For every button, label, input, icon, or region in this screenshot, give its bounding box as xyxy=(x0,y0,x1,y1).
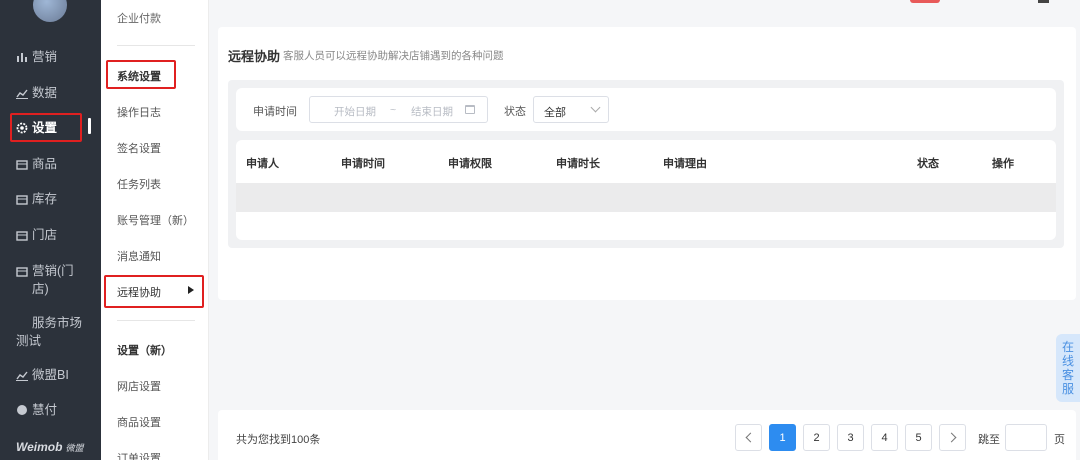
date-range-picker[interactable]: 开始日期 ~ 结束日期 xyxy=(309,96,488,123)
submenu-item-operation-log[interactable]: 操作日志 xyxy=(117,104,161,120)
bar-chart-icon xyxy=(17,53,27,62)
sidebar-item-label: 微盟BI xyxy=(32,368,69,382)
jump-to-label: 跳至 xyxy=(978,434,1000,446)
prev-page-button[interactable] xyxy=(735,424,762,451)
sidebar-item-label: 服务市场测试 xyxy=(16,316,83,348)
submenu-item-task-list[interactable]: 任务列表 xyxy=(117,176,161,192)
highlight-box-settings xyxy=(10,113,82,142)
avatar[interactable] xyxy=(33,0,67,22)
table-row xyxy=(236,183,1056,212)
submenu-section-settings-new[interactable]: 设置（新） xyxy=(117,342,172,358)
jump-page-input[interactable] xyxy=(1005,424,1047,451)
main-sidebar: 营销 数据 设置 商品 库存 门店 营销(门店) 服务市场测试 微盟BI 慧付 … xyxy=(0,0,101,460)
calendar-icon[interactable] xyxy=(465,105,475,114)
sidebar-item-stores[interactable]: 门店 xyxy=(16,226,96,244)
online-service-button[interactable]: 在线客服 xyxy=(1056,334,1080,402)
content-area: 申请时间 开始日期 ~ 结束日期 状态 全部 申请人 申请时间 申请权限 申请时… xyxy=(228,80,1064,248)
sidebar-item-label: 门店 xyxy=(32,228,58,242)
chevron-down-icon xyxy=(590,102,601,113)
assist-requests-table: 申请人 申请时间 申请权限 申请时长 申请理由 状态 操作 xyxy=(236,140,1056,240)
sidebar-item-label: 库存 xyxy=(32,192,58,206)
apply-time-label: 申请时间 xyxy=(253,106,297,118)
sidebar-item-weimob-bi[interactable]: 微盟BI xyxy=(16,366,96,384)
sidebar-item-inventory[interactable]: 库存 xyxy=(16,190,96,208)
submenu-item-store-settings[interactable]: 网店设置 xyxy=(117,378,161,394)
status-select[interactable]: 全部 xyxy=(533,96,609,123)
status-select-value: 全部 xyxy=(544,107,566,119)
submenu-item-order-settings[interactable]: 订单设置 xyxy=(117,450,161,460)
page-button-5[interactable]: 5 xyxy=(905,424,932,451)
sidebar-item-store-marketing[interactable]: 营销(门店) xyxy=(16,262,86,298)
sidebar-item-label: 慧付 xyxy=(32,403,58,417)
submenu-item-enterprise-payment[interactable]: 企业付款 xyxy=(117,10,161,26)
box-icon xyxy=(16,267,28,277)
sidebar-item-service-market[interactable]: 服务市场测试 xyxy=(16,314,86,350)
status-label: 状态 xyxy=(504,106,526,118)
column-header-permission: 申请权限 xyxy=(448,158,492,170)
sidebar-item-label: 数据 xyxy=(32,86,58,100)
circle-icon xyxy=(17,405,27,415)
page-subtitle: 客服人员可以远程协助解决店铺遇到的各种问题 xyxy=(283,50,504,62)
next-page-button[interactable] xyxy=(939,424,966,451)
pagination-bar: 共为您找到100条 1 2 3 4 5 跳至 页 xyxy=(218,410,1076,460)
column-header-apply-time: 申请时间 xyxy=(341,158,385,170)
submenu-item-account-management[interactable]: 账号管理（新） xyxy=(117,212,194,228)
sidebar-item-label: 商品 xyxy=(32,157,58,171)
remote-assist-panel: 远程协助 客服人员可以远程协助解决店铺遇到的各种问题 申请时间 开始日期 ~ 结… xyxy=(218,27,1076,300)
chevron-right-icon xyxy=(946,432,956,443)
end-date-input[interactable]: 结束日期 xyxy=(411,104,453,119)
total-count: 共为您找到100条 xyxy=(236,434,321,446)
column-header-status: 状态 xyxy=(917,158,939,170)
top-notification-badge[interactable] xyxy=(910,0,940,3)
box-icon xyxy=(16,231,28,241)
start-date-input[interactable]: 开始日期 xyxy=(334,104,376,119)
page-button-3[interactable]: 3 xyxy=(837,424,864,451)
submenu-item-product-settings[interactable]: 商品设置 xyxy=(117,414,161,430)
submenu-divider xyxy=(117,320,195,321)
brand-logo: Weimob 微盟 xyxy=(16,440,84,454)
column-header-actions: 操作 xyxy=(992,158,1014,170)
submenu-divider xyxy=(117,45,195,46)
active-indicator xyxy=(88,118,91,134)
sidebar-item-data[interactable]: 数据 xyxy=(16,84,96,102)
page-button-4[interactable]: 4 xyxy=(871,424,898,451)
box-icon xyxy=(16,195,28,205)
sidebar-item-label: 营销 xyxy=(32,50,58,64)
line-chart-icon xyxy=(16,371,28,381)
sidebar-item-huifu[interactable]: 慧付 xyxy=(16,401,96,419)
submenu-item-signature[interactable]: 签名设置 xyxy=(117,140,161,156)
page-title: 远程协助 xyxy=(228,49,281,64)
page-button-1[interactable]: 1 xyxy=(769,424,796,451)
date-separator: ~ xyxy=(390,104,397,116)
column-header-applicant: 申请人 xyxy=(246,158,279,170)
column-header-duration: 申请时长 xyxy=(556,158,600,170)
highlight-box-system-settings xyxy=(106,60,176,89)
online-service-label: 在线客服 xyxy=(1062,340,1075,396)
page-button-2[interactable]: 2 xyxy=(803,424,830,451)
filter-bar: 申请时间 开始日期 ~ 结束日期 状态 全部 xyxy=(236,88,1056,131)
chevron-left-icon xyxy=(745,432,755,443)
sidebar-item-label: 营销(门店) xyxy=(32,264,74,296)
sidebar-item-marketing[interactable]: 营销 xyxy=(16,48,96,66)
sidebar-item-products[interactable]: 商品 xyxy=(16,155,96,173)
top-menu-icon[interactable] xyxy=(1038,0,1049,3)
submenu-item-notifications[interactable]: 消息通知 xyxy=(117,248,161,264)
page-unit-label: 页 xyxy=(1054,434,1065,446)
line-chart-icon xyxy=(16,89,28,99)
column-header-reason: 申请理由 xyxy=(663,158,707,170)
highlight-box-remote-assist xyxy=(104,275,204,308)
box-icon xyxy=(16,160,28,170)
